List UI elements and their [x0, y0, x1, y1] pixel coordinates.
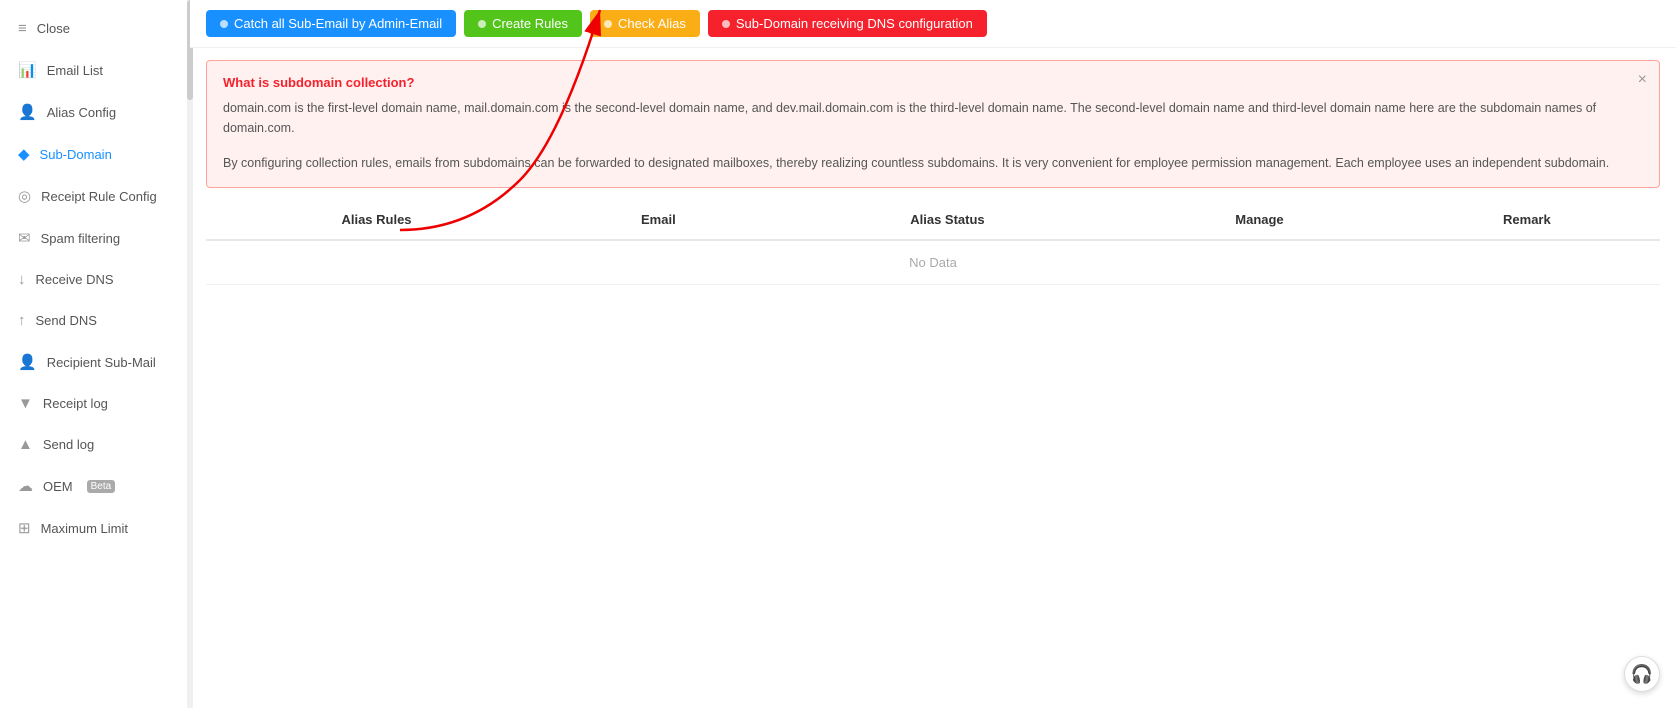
headphone-icon: 🎧	[1631, 664, 1653, 685]
col-alias-rules: Alias Rules	[206, 200, 547, 240]
sidebar-item-label-send-dns: Send DNS	[36, 313, 97, 328]
sidebar-item-label-receive-dns: Receive DNS	[36, 272, 114, 287]
alias-config-icon: 👤	[18, 103, 37, 121]
info-box: What is subdomain collection? domain.com…	[206, 60, 1660, 188]
sub-domain-dns-dot-icon	[722, 20, 730, 28]
close-info-box-button[interactable]: ×	[1638, 71, 1647, 89]
col-remark: Remark	[1394, 200, 1660, 240]
catch-all-button[interactable]: Catch all Sub-Email by Admin-Email	[206, 10, 456, 37]
sidebar-item-label-email-list: Email List	[47, 63, 103, 78]
sidebar-item-receipt-log[interactable]: ▼ Receipt log	[0, 383, 189, 424]
toolbar: Catch all Sub-Email by Admin-Email Create…	[190, 0, 1676, 48]
sidebar-item-send-log[interactable]: ▲ Send log	[0, 424, 189, 465]
create-rules-dot-icon	[478, 20, 486, 28]
sidebar-item-label-maximum-limit: Maximum Limit	[41, 521, 128, 536]
sidebar-item-receipt-rule-config[interactable]: ◎ Receipt Rule Config	[0, 175, 189, 217]
sidebar-item-alias-config[interactable]: 👤 Alias Config	[0, 91, 189, 133]
info-box-paragraph-2: By configuring collection rules, emails …	[223, 153, 1643, 173]
sub-domain-dns-label: Sub-Domain receiving DNS configuration	[736, 16, 973, 31]
sidebar-item-send-dns[interactable]: ↑ Send DNS	[0, 300, 189, 341]
spam-filtering-icon: ✉	[18, 229, 31, 247]
receipt-rule-config-icon: ◎	[18, 187, 31, 205]
no-data-cell: No Data	[206, 240, 1660, 285]
catch-all-label: Catch all Sub-Email by Admin-Email	[234, 16, 442, 31]
alias-table: Alias RulesEmailAlias StatusManageRemark…	[206, 200, 1660, 285]
sidebar-item-recipient-sub-mail[interactable]: 👤 Recipient Sub-Mail	[0, 341, 189, 383]
sidebar-item-oem[interactable]: ☁ OEM Beta	[0, 465, 189, 507]
send-dns-icon: ↑	[18, 312, 26, 329]
table-container: Alias RulesEmailAlias StatusManageRemark…	[206, 200, 1660, 708]
sidebar-item-sub-domain[interactable]: ◆ Sub-Domain	[0, 133, 189, 175]
col-email: Email	[547, 200, 770, 240]
receive-dns-icon: ↓	[18, 271, 26, 288]
sidebar-item-label-sub-domain: Sub-Domain	[40, 147, 112, 162]
table-empty-row: No Data	[206, 240, 1660, 285]
main-content: Catch all Sub-Email by Admin-Email Create…	[190, 0, 1676, 708]
sidebar-item-receive-dns[interactable]: ↓ Receive DNS	[0, 259, 189, 300]
sidebar-item-spam-filtering[interactable]: ✉ Spam filtering	[0, 217, 189, 259]
col-alias-status: Alias Status	[770, 200, 1125, 240]
receipt-log-icon: ▼	[18, 395, 33, 412]
sidebar: ≡ Close 📊 Email List 👤 Alias Config ◆ Sub-Domai…	[0, 0, 190, 708]
sidebar-item-email-list[interactable]: 📊 Email List	[0, 49, 189, 91]
table-header-row: Alias RulesEmailAlias StatusManageRemark	[206, 200, 1660, 240]
check-alias-button[interactable]: Check Alias	[590, 10, 700, 37]
check-alias-dot-icon	[604, 20, 612, 28]
info-box-paragraph-1: domain.com is the first-level domain nam…	[223, 98, 1643, 138]
sub-domain-icon: ◆	[18, 145, 30, 163]
sidebar-item-label-receipt-rule-config: Receipt Rule Config	[41, 189, 157, 204]
beta-badge: Beta	[87, 480, 116, 493]
sidebar-item-label-send-log: Send log	[43, 437, 94, 452]
sidebar-item-label-alias-config: Alias Config	[47, 105, 116, 120]
email-list-icon: 📊	[18, 61, 37, 79]
support-icon-button[interactable]: 🎧	[1624, 656, 1660, 692]
sidebar-item-label-receipt-log: Receipt log	[43, 396, 108, 411]
sidebar-item-label-oem: OEM	[43, 479, 73, 494]
oem-icon: ☁	[18, 477, 33, 495]
create-rules-label: Create Rules	[492, 16, 568, 31]
recipient-sub-mail-icon: 👤	[18, 353, 37, 371]
send-log-icon: ▲	[18, 436, 33, 453]
catch-all-dot-icon	[220, 20, 228, 28]
sub-domain-dns-button[interactable]: Sub-Domain receiving DNS configuration	[708, 10, 987, 37]
create-rules-button[interactable]: Create Rules	[464, 10, 582, 37]
sidebar-item-label-recipient-sub-mail: Recipient Sub-Mail	[47, 355, 156, 370]
maximum-limit-icon: ⊞	[18, 519, 31, 537]
sidebar-item-label-close: Close	[37, 21, 70, 36]
sidebar-item-label-spam-filtering: Spam filtering	[41, 231, 120, 246]
close-icon: ≡	[18, 20, 27, 37]
sidebar-item-maximum-limit[interactable]: ⊞ Maximum Limit	[0, 507, 189, 549]
info-box-title: What is subdomain collection?	[223, 75, 1643, 90]
check-alias-label: Check Alias	[618, 16, 686, 31]
sidebar-item-close[interactable]: ≡ Close	[0, 8, 189, 49]
col-manage: Manage	[1125, 200, 1394, 240]
